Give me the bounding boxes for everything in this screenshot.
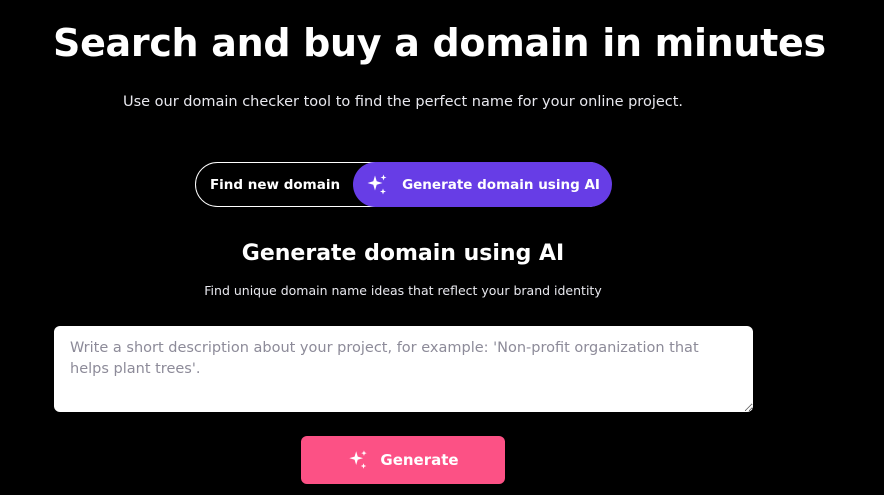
tab-label: Find new domain <box>209 176 341 193</box>
tab-find-new-domain[interactable]: Find new domain <box>195 162 355 207</box>
search-mode-tabs: Find new domain Generate domain using AI <box>195 162 612 207</box>
sparkles-icon <box>349 450 368 469</box>
generate-button-label: Generate <box>380 451 459 469</box>
tab-generate-domain-ai[interactable]: Generate domain using AI <box>353 162 612 207</box>
domain-search-page: Search and buy a domain in minutes Use o… <box>0 0 884 495</box>
generate-button[interactable]: Generate <box>301 436 505 484</box>
section-title: Generate domain using AI <box>241 241 565 266</box>
tab-label: Generate domain using AI <box>402 176 600 193</box>
section-subtitle: Find unique domain name ideas that refle… <box>204 283 602 298</box>
page-title: Search and buy a domain in minutes <box>53 21 826 65</box>
page-subtitle: Use our domain checker tool to find the … <box>122 94 684 110</box>
sparkles-icon <box>367 174 387 194</box>
project-description-input[interactable] <box>54 326 753 412</box>
